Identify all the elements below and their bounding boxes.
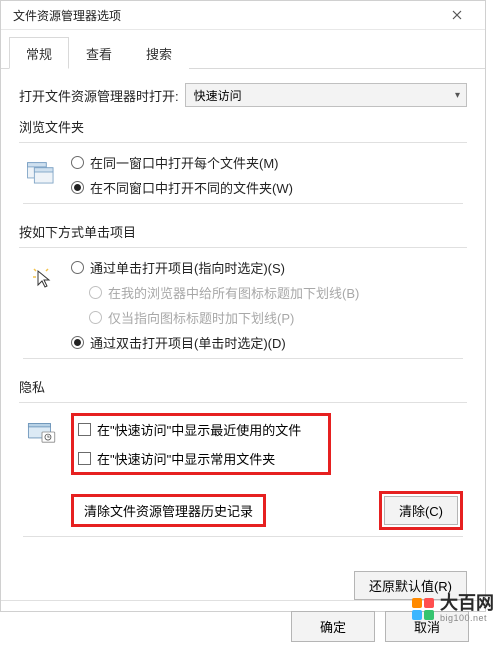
- tab-search[interactable]: 搜索: [129, 37, 189, 69]
- folder-windows-icon: [23, 153, 61, 191]
- radio-under-point-label: 仅当指向图标标题时加下划线(P): [108, 308, 294, 327]
- browse-group: 浏览文件夹 在同一窗口中打开每个文件夹(M): [19, 117, 467, 212]
- radio-same-label: 在同一窗口中打开每个文件夹(M): [90, 153, 279, 172]
- open-in-label: 打开文件资源管理器时打开:: [19, 86, 179, 105]
- watermark-logo-icon: [412, 598, 434, 620]
- tab-view[interactable]: 查看: [69, 37, 129, 69]
- check-freq-label: 在"快速访问"中显示常用文件夹: [97, 449, 275, 468]
- radio-single-label: 通过单击打开项目(指向时选定)(S): [90, 258, 285, 277]
- clear-history-label-highlight: 清除文件资源管理器历史记录: [71, 494, 266, 527]
- window-title: 文件资源管理器选项: [13, 7, 121, 24]
- radio-icon: [71, 181, 84, 194]
- radio-double-click[interactable]: 通过双击打开项目(单击时选定)(D): [71, 333, 463, 352]
- clear-button-highlight: 清除(C): [379, 491, 463, 530]
- privacy-group: 隐私: [19, 377, 467, 545]
- open-in-row: 打开文件资源管理器时打开: 快速访问 ▾: [19, 83, 467, 107]
- clear-button[interactable]: 清除(C): [384, 496, 458, 525]
- radio-underline-browser: 在我的浏览器中给所有图标标题加下划线(B): [71, 283, 463, 302]
- titlebar: 文件资源管理器选项: [1, 1, 485, 30]
- radio-new-label: 在不同窗口中打开不同的文件夹(W): [90, 178, 293, 197]
- radio-icon: [71, 261, 84, 274]
- close-icon: [452, 10, 462, 20]
- radio-icon: [89, 286, 102, 299]
- clear-history-label: 清除文件资源管理器历史记录: [84, 504, 253, 519]
- watermark-name: 大百网: [440, 594, 494, 614]
- radio-underline-point: 仅当指向图标标题时加下划线(P): [71, 308, 463, 327]
- radio-new-window[interactable]: 在不同窗口中打开不同的文件夹(W): [71, 178, 463, 197]
- radio-icon: [89, 311, 102, 324]
- chevron-down-icon: ▾: [455, 90, 460, 101]
- radio-icon: [71, 156, 84, 169]
- click-title: 按如下方式单击项目: [19, 222, 467, 241]
- content-area: 打开文件资源管理器时打开: 快速访问 ▾ 浏览文件夹: [1, 69, 485, 565]
- radio-same-window[interactable]: 在同一窗口中打开每个文件夹(M): [71, 153, 463, 172]
- radio-single-click[interactable]: 通过单击打开项目(指向时选定)(S): [71, 258, 463, 277]
- radio-double-label: 通过双击打开项目(单击时选定)(D): [90, 333, 286, 352]
- ok-button[interactable]: 确定: [291, 611, 375, 642]
- radio-icon: [71, 336, 84, 349]
- check-frequent-folders[interactable]: 在"快速访问"中显示常用文件夹: [78, 449, 322, 468]
- tab-bar: 常规 查看 搜索: [1, 30, 485, 69]
- check-recent-label: 在"快速访问"中显示最近使用的文件: [97, 420, 301, 439]
- tab-general[interactable]: 常规: [9, 37, 69, 69]
- open-in-value: 快速访问: [194, 87, 242, 104]
- folder-options-dialog: 文件资源管理器选项 常规 查看 搜索 打开文件资源管理器时打开: 快速访问 ▾ …: [0, 0, 486, 612]
- privacy-monitor-icon: [23, 413, 61, 451]
- browse-title: 浏览文件夹: [19, 117, 467, 136]
- watermark-url: big100.net: [440, 614, 494, 624]
- clear-history-row: 清除文件资源管理器历史记录 清除(C): [71, 491, 463, 530]
- click-group: 按如下方式单击项目 通过单击打开项目(指向时选定)(S): [19, 222, 467, 367]
- watermark: 大百网 big100.net: [412, 594, 494, 624]
- open-in-select[interactable]: 快速访问 ▾: [185, 83, 467, 107]
- checkbox-icon: [78, 423, 91, 436]
- radio-under-browser-label: 在我的浏览器中给所有图标标题加下划线(B): [108, 283, 359, 302]
- privacy-title: 隐私: [19, 377, 467, 396]
- checkbox-icon: [78, 452, 91, 465]
- privacy-checkboxes-highlight: 在"快速访问"中显示最近使用的文件 在"快速访问"中显示常用文件夹: [71, 413, 331, 475]
- cursor-click-icon: [23, 258, 61, 296]
- close-button[interactable]: [437, 1, 477, 29]
- check-recent-files[interactable]: 在"快速访问"中显示最近使用的文件: [78, 420, 322, 439]
